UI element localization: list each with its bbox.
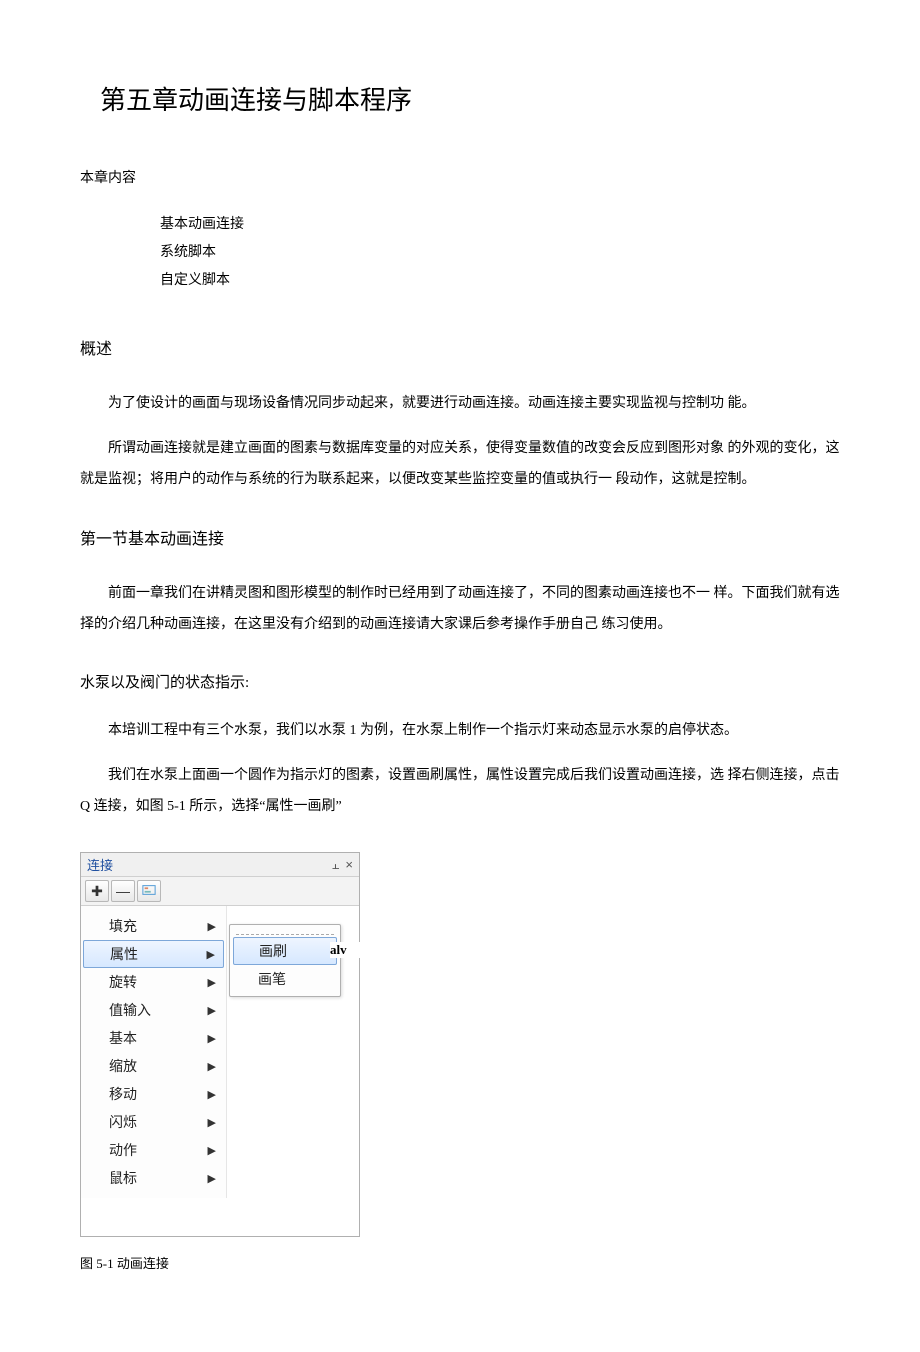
right-overflow-text: alv (330, 942, 360, 958)
chapter-title: 第五章动画连接与脚本程序 (100, 80, 840, 117)
contents-item: 自定义脚本 (160, 267, 840, 295)
chevron-right-icon: ▶ (208, 1004, 216, 1017)
section-1-paragraph-1: 前面一章我们在讲精灵图和图形模型的制作时已经用到了动画连接了，不同的图素动画连接… (80, 579, 840, 641)
sub-1-paragraph-1: 本培训工程中有三个水泵，我们以水泵 1 为例，在水泵上制作一个指示灯来动态显示水… (80, 716, 840, 747)
minus-icon: — (116, 884, 130, 898)
menu-item-fill[interactable]: 填充 ▶ (81, 912, 226, 940)
menu-item-move[interactable]: 移动 ▶ (81, 1080, 226, 1108)
pin-icon[interactable]: ⫠ (332, 857, 340, 873)
chevron-right-icon: ▶ (208, 920, 216, 933)
menu-item-label: 移动 (109, 1084, 137, 1104)
sub-1-heading: 水泵以及阀门的状态指示: (80, 671, 840, 692)
add-button[interactable]: ✚ (85, 880, 109, 902)
sub-menu: 画刷 画笔 (229, 924, 341, 997)
chevron-right-icon: ▶ (208, 1088, 216, 1101)
menu-item-basic[interactable]: 基本 ▶ (81, 1024, 226, 1052)
overview-paragraph-2: 所谓动画连接就是建立画面的图素与数据库变量的对应关系，使得变量数值的改变会反应到… (80, 434, 840, 496)
close-icon[interactable]: × (345, 857, 353, 873)
chevron-right-icon: ▶ (208, 1172, 216, 1185)
menu-item-value-input[interactable]: 值输入 ▶ (81, 996, 226, 1024)
submenu-item-brush[interactable]: 画刷 (233, 937, 337, 965)
menu-item-label: 动作 (109, 1140, 137, 1160)
section-1-heading: 第一节基本动画连接 (80, 525, 840, 549)
menu-item-label: 属性 (110, 944, 138, 964)
menu-item-label: 值输入 (109, 1000, 151, 1020)
menu-item-label: 填充 (109, 916, 137, 936)
submenu-separator (236, 928, 334, 935)
submenu-item-label: 画刷 (259, 943, 287, 959)
panel-toolbar: ✚ — (81, 877, 359, 906)
chevron-right-icon: ▶ (208, 1060, 216, 1073)
sub-1-paragraph-2: 我们在水泵上面画一个圆作为指示灯的图素，设置画刷属性，属性设置完成后我们设置动画… (80, 761, 840, 823)
contents-item: 系统脚本 (160, 239, 840, 267)
menu-item-blink[interactable]: 闪烁 ▶ (81, 1108, 226, 1136)
menu-item-scale[interactable]: 缩放 ▶ (81, 1052, 226, 1080)
config-button[interactable] (137, 880, 161, 902)
main-menu: 填充 ▶ 属性 ▶ 旋转 ▶ 值输入 ▶ 基本 ▶ 缩放 ▶ (81, 906, 227, 1198)
chevron-right-icon: ▶ (208, 1116, 216, 1129)
panel-title-text: 连接 (87, 855, 113, 874)
submenu-item-label: 画笔 (258, 971, 286, 987)
contents-item: 基本动画连接 (160, 211, 840, 239)
chevron-right-icon: ▶ (208, 1032, 216, 1045)
contents-label: 本章内容 (80, 167, 840, 187)
menu-item-label: 鼠标 (109, 1168, 137, 1188)
chevron-right-icon: ▶ (208, 1144, 216, 1157)
remove-button[interactable]: — (111, 880, 135, 902)
overview-heading: 概述 (80, 335, 840, 359)
menu-item-property[interactable]: 属性 ▶ (83, 940, 224, 968)
menu-item-label: 旋转 (109, 972, 137, 992)
menu-item-mouse[interactable]: 鼠标 ▶ (81, 1164, 226, 1192)
menu-item-action[interactable]: 动作 ▶ (81, 1136, 226, 1164)
chevron-right-icon: ▶ (207, 948, 215, 961)
figure-caption: 图 5-1 动画连接 (80, 1253, 840, 1272)
chevron-right-icon: ▶ (208, 976, 216, 989)
config-icon (142, 883, 156, 899)
menu-item-label: 缩放 (109, 1056, 137, 1076)
panel-titlebar: 连接 ⫠ × (81, 853, 359, 877)
menu-item-label: 闪烁 (109, 1112, 137, 1132)
contents-list: 基本动画连接 系统脚本 自定义脚本 (160, 211, 840, 295)
menu-item-rotate[interactable]: 旋转 ▶ (81, 968, 226, 996)
connection-panel: 连接 ⫠ × ✚ — 填充 ▶ 属性 ▶ (80, 852, 360, 1237)
menu-item-label: 基本 (109, 1028, 137, 1048)
overview-paragraph-1: 为了使设计的画面与现场设备情况同步动起来，就要进行动画连接。动画连接主要实现监视… (80, 389, 840, 420)
plus-icon: ✚ (91, 884, 103, 898)
submenu-item-pen[interactable]: 画笔 (230, 965, 340, 993)
